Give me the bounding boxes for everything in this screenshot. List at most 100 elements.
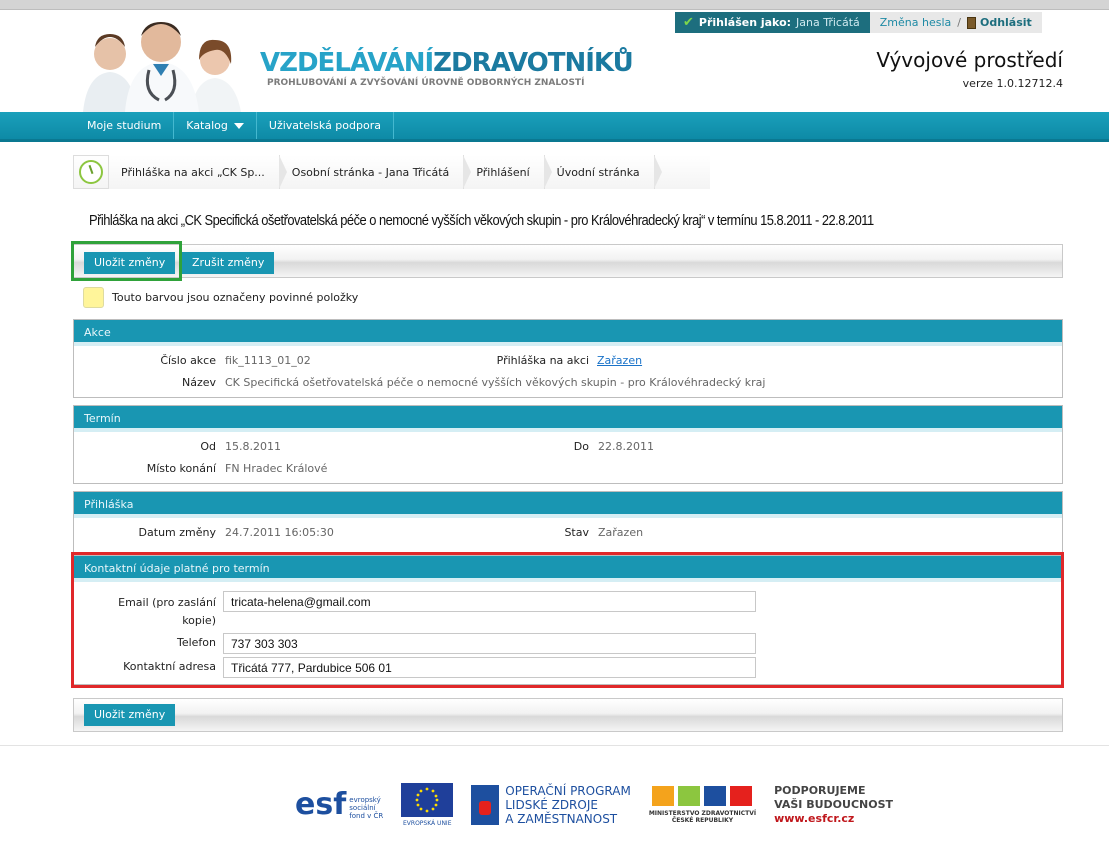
row-cislo-akce: Číslo akce fik_1113_01_02 Přihláška na a… xyxy=(74,350,1062,372)
field-label: Stav xyxy=(564,526,589,539)
caret-down-icon xyxy=(233,122,244,129)
home-icon xyxy=(79,160,103,184)
ministry-block xyxy=(652,786,675,806)
required-color-swatch xyxy=(83,287,104,308)
doctors-photo xyxy=(83,22,241,112)
version-label: verze 1.0.12712.4 xyxy=(962,77,1063,90)
panel-prihlaska: Přihláška Datum změny 24.7.2011 16:05:30… xyxy=(73,491,1063,553)
ministry-block xyxy=(730,786,753,806)
footer-divider xyxy=(0,745,1109,746)
brand-logo: VZDĚLÁVÁNÍZDRAVOTNÍKŮ PROHLUBOVÁNÍ A ZVY… xyxy=(260,48,634,88)
user-bar: ✔ Přihlášen jako: Jana Třicátá Změna hes… xyxy=(675,12,1042,33)
change-password-link[interactable]: Změna hesla xyxy=(880,16,952,29)
status-link[interactable]: Zařazen xyxy=(597,354,642,367)
link-separator: / xyxy=(957,16,961,29)
nav-item-uzivatelska-podpora[interactable]: Uživatelská podpora xyxy=(257,112,394,139)
breadcrumb-item-prihlaska[interactable]: Přihláška na akci „CK Sp... xyxy=(109,155,287,189)
ministry-blocks-icon xyxy=(652,786,753,806)
puzzle-icon xyxy=(471,785,500,825)
op-line: LIDSKÉ ZDROJE xyxy=(505,798,598,812)
panel-termin: Termín Od 15.8.2011 Do 22.8.2011 Místo k… xyxy=(73,405,1063,484)
bottom-toolbar: Uložit změny xyxy=(73,698,1063,732)
brand-title-part-1: VZDĚLÁVÁNÍ xyxy=(260,48,434,78)
ministry-caption: MINISTERSTVO ZDRAVOTNICTVÍ ČESKÉ REPUBLI… xyxy=(649,810,756,824)
esf-text-line: evropský xyxy=(349,796,381,804)
nav-label: Uživatelská podpora xyxy=(268,118,381,132)
nav-label: Moje studium xyxy=(87,118,162,132)
door-icon xyxy=(966,16,976,29)
field-value: CK Specifická ošetřovatelská péče o nemo… xyxy=(225,376,766,389)
field-value: fik_1113_01_02 xyxy=(225,354,311,367)
esf-logo: esf evropský sociální fond v ČR xyxy=(295,787,384,822)
breadcrumb-item-uvodni-stranka[interactable]: Úvodní stránka xyxy=(545,155,662,189)
field-label: Místo konání xyxy=(146,462,216,475)
row-nazev: Název CK Specifická ošetřovatelská péče … xyxy=(74,372,1062,394)
row-misto-konani: Místo konání FN Hradec Králové xyxy=(74,458,1062,480)
panel-header: Přihláška xyxy=(74,492,1062,518)
field-value: Zařazen xyxy=(598,526,644,539)
contact-section-highlight xyxy=(71,552,1064,688)
op-line: OPERAČNÍ PROGRAM xyxy=(505,784,631,798)
panel-header: Akce xyxy=(74,320,1062,346)
field-label: Číslo akce xyxy=(160,354,216,367)
op-lzz-logo: OPERAČNÍ PROGRAM LIDSKÉ ZDROJE A ZAMĚSTN… xyxy=(471,784,631,826)
brand-title-part-2: ZDRAVOTNÍKŮ xyxy=(433,48,634,78)
field-value: 15.8.2011 xyxy=(225,440,281,453)
logged-user: Jana Třicátá xyxy=(796,16,860,29)
account-links: Změna hesla / Odhlásit xyxy=(869,12,1042,33)
field-label: Datum změny xyxy=(138,526,216,539)
field-label: Do xyxy=(573,440,589,453)
breadcrumb-home[interactable] xyxy=(73,155,109,189)
logout-label: Odhlásit xyxy=(979,16,1032,29)
browser-top-strip xyxy=(0,0,1109,10)
page-title: Přihláška na akci „CK Specifická ošetřov… xyxy=(89,212,874,229)
required-legend-text: Touto barvou jsou označeny povinné polož… xyxy=(112,291,359,304)
logged-in-indicator: ✔ Přihlášen jako: Jana Třicátá xyxy=(675,12,870,33)
save-button-highlight xyxy=(71,241,182,281)
op-line: A ZAMĚSTNANOST xyxy=(505,812,618,826)
field-label: Název xyxy=(181,376,216,389)
row-od-do: Od 15.8.2011 Do 22.8.2011 xyxy=(74,436,1062,458)
nav-item-katalog[interactable]: Katalog xyxy=(174,112,257,139)
main-nav: Moje studium Katalog Uživatelská podpora xyxy=(75,112,394,139)
row-datum-stav: Datum změny 24.7.2011 16:05:30 Stav Zařa… xyxy=(74,522,1062,544)
esf-text-line: sociální xyxy=(349,804,376,812)
panel-header: Termín xyxy=(74,406,1062,432)
eu-flag-icon xyxy=(401,783,454,817)
logout-link[interactable]: Odhlásit xyxy=(966,16,1032,29)
support-slogan: PODPORUJEME VAŠI BUDOUCNOST www.esfcr.cz xyxy=(774,784,893,826)
field-label: Od xyxy=(200,440,216,453)
support-line: PODPORUJEME xyxy=(774,784,866,797)
cancel-button[interactable]: Zrušit změny xyxy=(182,252,275,274)
required-legend: Touto barvou jsou označeny povinné polož… xyxy=(83,287,358,308)
ministry-logo: MINISTERSTVO ZDRAVOTNICTVÍ ČESKÉ REPUBLI… xyxy=(649,786,756,824)
breadcrumb: Přihláška na akci „CK Sp... Osobní strán… xyxy=(73,155,710,189)
nav-label: Katalog xyxy=(186,118,228,132)
breadcrumb-item-prihlaseni[interactable]: Přihlášení xyxy=(464,155,552,189)
footer-logos: esf evropský sociální fond v ČR EVROPSKÁ… xyxy=(295,783,893,827)
ministry-block xyxy=(678,786,701,806)
field-value: 24.7.2011 16:05:30 xyxy=(225,526,334,539)
eu-logo: EVROPSKÁ UNIE xyxy=(401,783,454,827)
checkmark-icon: ✔ xyxy=(683,15,694,30)
save-button-bottom[interactable]: Uložit změny xyxy=(84,704,176,726)
nav-item-moje-studium[interactable]: Moje studium xyxy=(75,112,175,139)
op-lzz-text: OPERAČNÍ PROGRAM LIDSKÉ ZDROJE A ZAMĚSTN… xyxy=(505,784,631,826)
eu-caption: EVROPSKÁ UNIE xyxy=(403,820,452,827)
esf-text-line: fond v ČR xyxy=(349,812,384,820)
breadcrumb-item-osobni-stranka[interactable]: Osobní stránka - Jana Třicátá xyxy=(280,155,471,189)
brand-title: VZDĚLÁVÁNÍZDRAVOTNÍKŮ xyxy=(260,48,634,78)
esf-mark: esf xyxy=(295,787,347,822)
field-label: Přihláška na akci xyxy=(496,354,589,367)
support-line: VAŠI BUDOUCNOST xyxy=(774,798,894,811)
support-url[interactable]: www.esfcr.cz xyxy=(774,812,893,826)
logged-prefix: Přihlášen jako: xyxy=(698,16,792,29)
field-value: FN Hradec Králové xyxy=(225,462,328,475)
panel-akce: Akce Číslo akce fik_1113_01_02 Přihláška… xyxy=(73,319,1063,398)
brand-subtitle: PROHLUBOVÁNÍ A ZVYŠOVÁNÍ ÚROVNĚ ODBORNÝC… xyxy=(267,78,585,88)
top-toolbar: Uložit změny Zrušit změny xyxy=(73,244,1063,278)
field-value: 22.8.2011 xyxy=(598,440,654,453)
ministry-block xyxy=(704,786,727,806)
main-navbar: Moje studium Katalog Uživatelská podpora xyxy=(0,112,1109,142)
ministry-caption-line: MINISTERSTVO ZDRAVOTNICTVÍ xyxy=(648,810,757,817)
